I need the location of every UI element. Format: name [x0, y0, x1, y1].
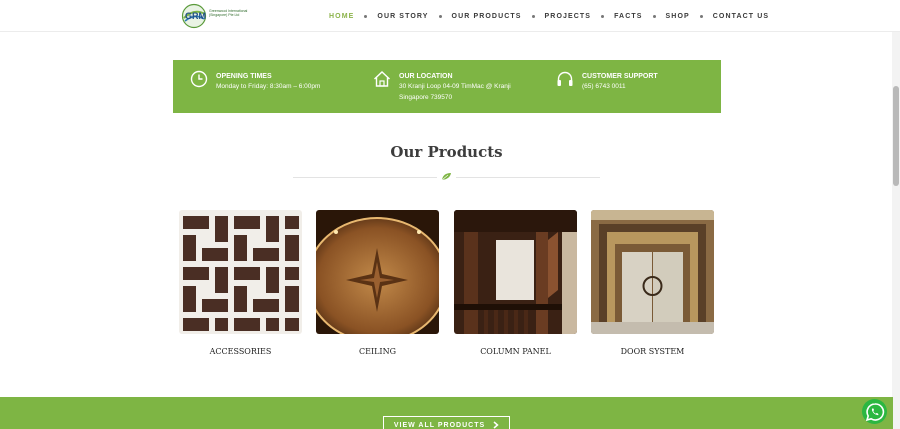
nav-separator [438, 14, 442, 18]
whatsapp-chat-button[interactable] [862, 399, 887, 424]
nav-shop[interactable]: SHOP [666, 13, 690, 20]
product-name-accessories[interactable]: ACCESSORIES [179, 347, 302, 356]
nav-separator [601, 14, 605, 18]
headphones-icon [557, 71, 573, 86]
product-card-accessories[interactable]: ACCESSORIES [179, 210, 302, 356]
nav-home[interactable]: HOME [329, 13, 354, 20]
support-title: CUSTOMER SUPPORT [582, 73, 658, 80]
section-title: Our Products [390, 143, 503, 161]
product-image-door-system[interactable] [591, 210, 714, 334]
whatsapp-icon [865, 402, 884, 421]
nav-separator [699, 14, 703, 18]
main-nav: HOME OUR STORY OUR PRODUCTS PROJECTS FAC… [329, 11, 769, 21]
nav-separator [531, 14, 535, 18]
logo-mark: GRM [185, 11, 206, 21]
nav-facts[interactable]: FACTS [614, 13, 642, 20]
nav-our-story[interactable]: OUR STORY [377, 13, 428, 20]
site-logo[interactable]: GRM Greenwood International (Singapore) … [181, 3, 253, 29]
location-address-line-2: Singapore 739570 [399, 94, 453, 101]
chevron-right-icon [493, 421, 499, 429]
clock-icon [190, 70, 208, 88]
title-divider-left [293, 177, 437, 178]
nav-projects[interactable]: PROJECTS [545, 13, 592, 20]
site-header: GRM Greenwood International (Singapore) … [0, 0, 900, 32]
product-name-column-panel[interactable]: COLUMN PANEL [454, 347, 577, 356]
leaf-icon [441, 173, 451, 181]
product-card-door-system[interactable]: DOOR SYSTEM [591, 210, 714, 356]
location-address-line-1: 30 Kranji Loop 04-09 TimMac @ Kranji [399, 83, 511, 90]
product-card-column-panel[interactable]: COLUMN PANEL [454, 210, 577, 356]
view-all-products-label: VIEW ALL PRODUCTS [393, 421, 486, 429]
product-image-column-panel[interactable] [454, 210, 577, 334]
product-image-accessories[interactable] [179, 210, 302, 334]
view-all-products-button[interactable]: VIEW ALL PRODUCTS [383, 416, 510, 429]
logo-text: Greenwood International (Singapore) Pte … [209, 9, 247, 17]
opening-times-text: Monday to Friday: 8:30am – 6:00pm [216, 83, 321, 90]
product-name-door-system[interactable]: DOOR SYSTEM [591, 347, 714, 356]
info-bar: OPENING TIMES Monday to Friday: 8:30am –… [173, 60, 721, 113]
product-card-ceiling[interactable]: CEILING [316, 210, 439, 356]
logo-text-line-2: (Singapore) Pte Ltd [209, 13, 240, 17]
scrollbar-thumb[interactable] [893, 86, 899, 186]
product-name-ceiling[interactable]: CEILING [316, 347, 439, 356]
nav-our-products[interactable]: OUR PRODUCTS [452, 13, 522, 20]
nav-contact-us[interactable]: CONTACT US [713, 13, 769, 20]
home-icon [374, 71, 390, 87]
nav-separator [364, 14, 368, 18]
opening-times-title: OPENING TIMES [216, 73, 272, 80]
product-image-ceiling[interactable] [316, 210, 439, 334]
nav-separator [652, 14, 656, 18]
location-title: OUR LOCATION [399, 73, 453, 80]
support-phone[interactable]: (65) 6743 0011 [582, 83, 626, 90]
title-divider-right [456, 177, 600, 178]
